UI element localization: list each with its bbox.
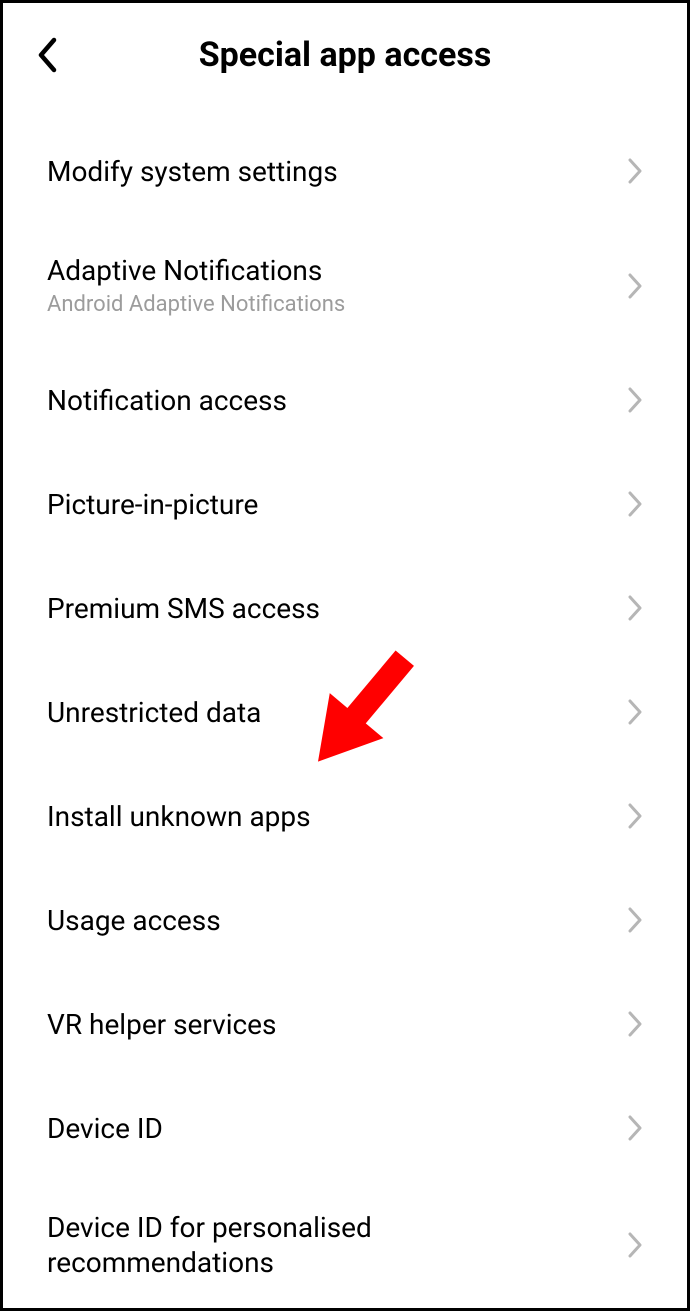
chevron-right-icon: [621, 157, 649, 185]
item-unrestricted-data[interactable]: Unrestricted data: [3, 660, 687, 764]
item-modify-system-settings[interactable]: Modify system settings: [3, 119, 687, 223]
item-usage-access[interactable]: Usage access: [3, 868, 687, 972]
item-text: Install unknown apps: [47, 799, 311, 834]
app-frame: Special app access Modify system setting…: [0, 0, 690, 1311]
item-label: Premium SMS access: [47, 591, 320, 626]
item-label: Device ID: [47, 1111, 163, 1146]
settings-list: Modify system settings Adaptive Notifica…: [3, 89, 687, 1310]
chevron-right-icon: [621, 386, 649, 414]
chevron-right-icon: [621, 1010, 649, 1038]
item-label: Install unknown apps: [47, 799, 311, 834]
chevron-right-icon: [621, 272, 649, 300]
chevron-right-icon: [621, 698, 649, 726]
item-sublabel: Android Adaptive Notifications: [47, 292, 345, 318]
item-notification-access[interactable]: Notification access: [3, 348, 687, 452]
item-label: Adaptive Notifications: [47, 253, 345, 288]
item-label: Unrestricted data: [47, 695, 261, 730]
item-text: Usage access: [47, 903, 221, 938]
item-premium-sms-access[interactable]: Premium SMS access: [3, 556, 687, 660]
item-label: Usage access: [47, 903, 221, 938]
item-text: Adaptive Notifications Android Adaptive …: [47, 253, 345, 318]
item-label: Device ID for personalised recommendatio…: [47, 1210, 587, 1280]
chevron-right-icon: [621, 594, 649, 622]
item-label: Notification access: [47, 383, 287, 418]
item-adaptive-notifications[interactable]: Adaptive Notifications Android Adaptive …: [3, 223, 687, 348]
item-text: Unrestricted data: [47, 695, 261, 730]
page-title: Special app access: [23, 35, 667, 75]
item-text: VR helper services: [47, 1007, 276, 1042]
item-text: Premium SMS access: [47, 591, 320, 626]
item-label: Picture-in-picture: [47, 487, 258, 522]
header: Special app access: [3, 3, 687, 89]
item-device-id[interactable]: Device ID: [3, 1076, 687, 1180]
item-label: Modify system settings: [47, 154, 338, 189]
item-text: Modify system settings: [47, 154, 338, 189]
item-label: VR helper services: [47, 1007, 276, 1042]
item-text: Device ID for personalised recommendatio…: [47, 1210, 587, 1280]
item-picture-in-picture[interactable]: Picture-in-picture: [3, 452, 687, 556]
chevron-right-icon: [621, 1231, 649, 1259]
item-vr-helper-services[interactable]: VR helper services: [3, 972, 687, 1076]
chevron-right-icon: [621, 1114, 649, 1142]
item-install-unknown-apps[interactable]: Install unknown apps: [3, 764, 687, 868]
item-text: Notification access: [47, 383, 287, 418]
item-device-id-personalised[interactable]: Device ID for personalised recommendatio…: [3, 1180, 687, 1310]
item-text: Device ID: [47, 1111, 163, 1146]
item-text: Picture-in-picture: [47, 487, 258, 522]
chevron-right-icon: [621, 906, 649, 934]
chevron-right-icon: [621, 802, 649, 830]
chevron-right-icon: [621, 490, 649, 518]
